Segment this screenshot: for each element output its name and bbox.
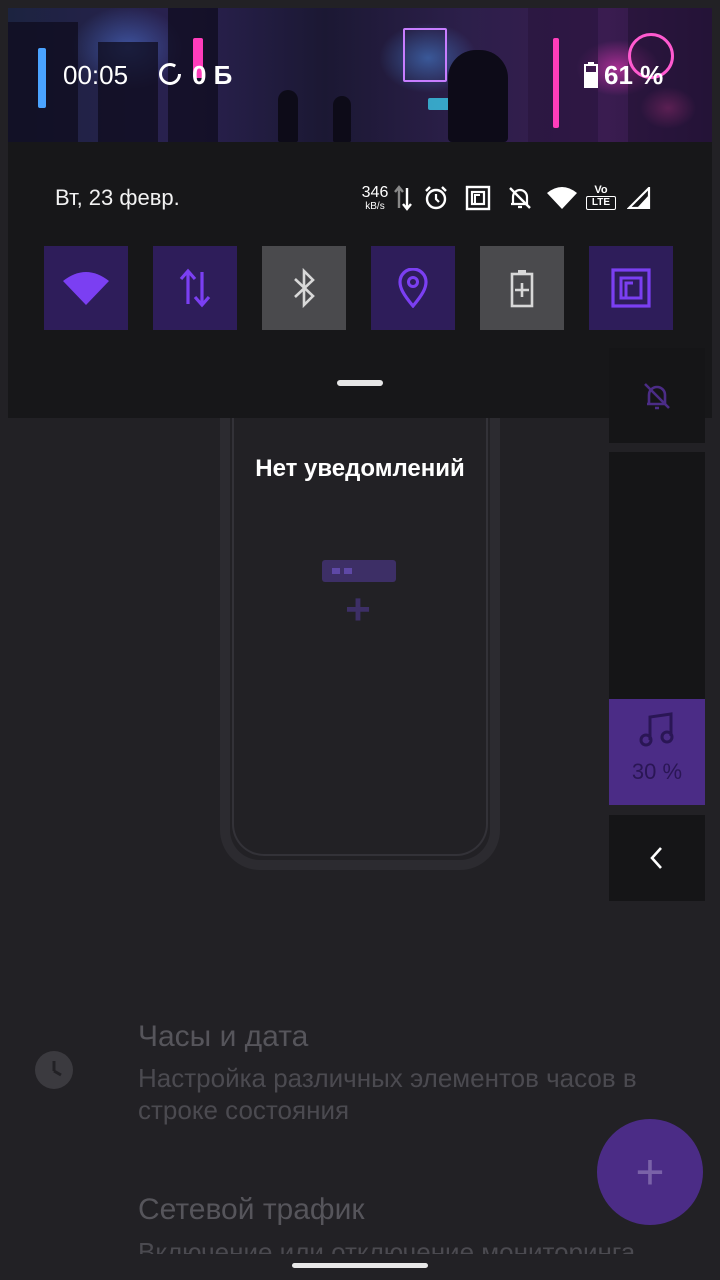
status-data-usage: 0 Б	[192, 60, 233, 90]
cellular-signal-icon	[626, 185, 651, 210]
location-icon	[398, 268, 428, 308]
network-speed: 346 kB/s	[361, 184, 389, 212]
settings-item-title[interactable]: Часы и дата	[138, 1020, 308, 1054]
mobile-data-icon	[179, 268, 211, 308]
chevron-left-icon	[650, 847, 662, 869]
nfc-status-icon	[465, 185, 491, 211]
music-note-icon	[609, 712, 705, 753]
settings-item-subtitle: Включение или отключение мониторинга	[138, 1237, 636, 1254]
volume-slider[interactable]: 30 %	[609, 452, 705, 805]
status-battery-percent: 61 %	[604, 60, 664, 90]
settings-item-title[interactable]: Сетевой трафик	[138, 1193, 365, 1227]
volte-icon: Vo LTE	[586, 184, 616, 212]
add-fab-button[interactable]: +	[597, 1119, 703, 1225]
settings-item-subtitle: Настройка различных элементов часов в	[138, 1063, 637, 1093]
shade-date[interactable]: Вт, 23 февр.	[55, 185, 180, 211]
volume-level-text: 30 %	[631, 759, 683, 784]
qs-tile-battery-saver[interactable]	[480, 246, 564, 330]
status-time: 00:05	[63, 60, 129, 90]
qs-tile-mobile-data[interactable]	[153, 246, 237, 330]
ringer-mode-button[interactable]	[609, 348, 705, 443]
bell-off-icon	[644, 382, 670, 409]
widget-dot	[344, 568, 352, 574]
wifi-icon	[63, 272, 109, 305]
shade-drag-handle[interactable]	[337, 380, 383, 386]
qs-tile-location[interactable]	[371, 246, 455, 330]
qs-tile-nfc[interactable]	[589, 246, 673, 330]
data-activity-icon	[393, 184, 413, 212]
qs-tile-wifi[interactable]	[44, 246, 128, 330]
qs-tile-bluetooth[interactable]	[262, 246, 346, 330]
bluetooth-icon	[294, 268, 315, 308]
volume-expand-button[interactable]	[609, 815, 705, 901]
alarm-icon	[423, 185, 449, 211]
data-saver-icon	[158, 62, 182, 86]
gesture-nav-handle[interactable]	[292, 1263, 428, 1268]
nfc-icon	[611, 268, 651, 308]
mute-notifications-icon	[507, 185, 533, 211]
battery-saver-icon	[510, 270, 534, 308]
wifi-status-icon	[547, 186, 577, 210]
widget-dot	[332, 568, 340, 574]
settings-item-subtitle: строке состояния	[138, 1095, 350, 1125]
battery-icon	[584, 62, 598, 88]
clock-icon	[35, 1051, 73, 1089]
widget-add-icon: +	[345, 585, 371, 634]
